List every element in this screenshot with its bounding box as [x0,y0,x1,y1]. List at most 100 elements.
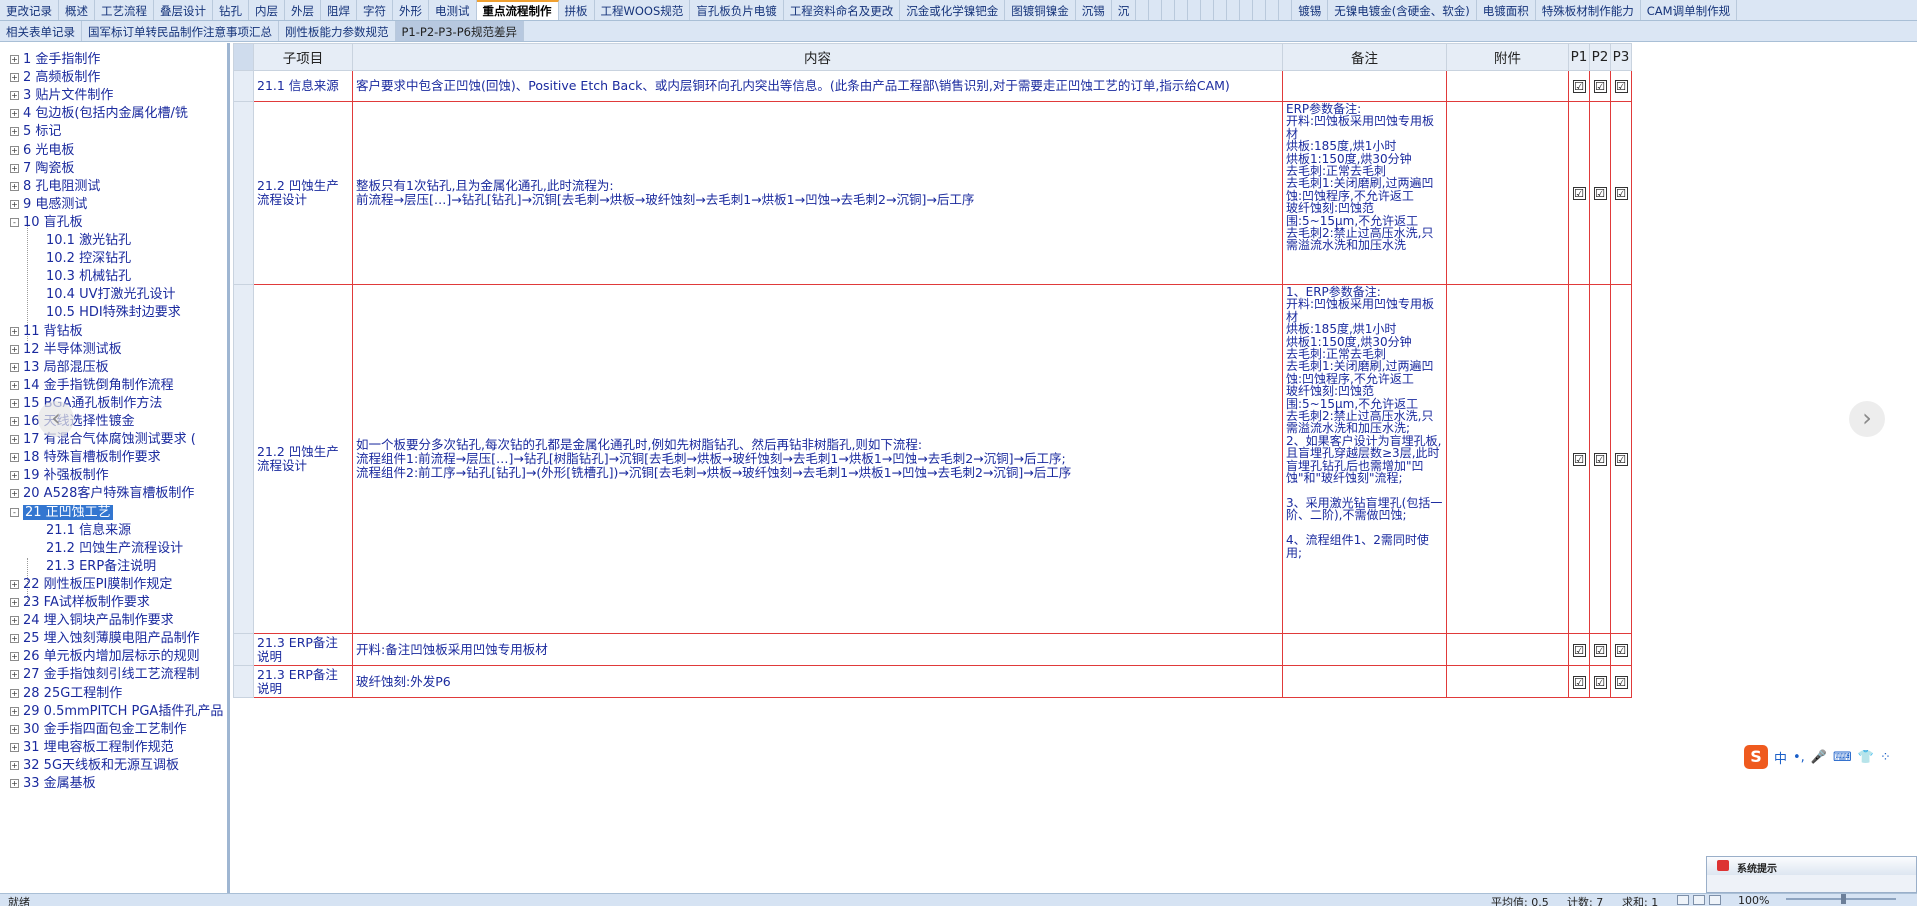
ime-toolbar[interactable]: S 中 •, 🎤 ⌨ 👕 ⁘ [1744,744,1917,770]
tree-child-item[interactable]: 10.1 激光钻孔 [46,229,131,248]
tree-item[interactable]: +2 高频板制作 [10,66,100,85]
tree-item[interactable]: -10 盲孔板 [10,211,83,230]
tree-item[interactable]: +6 光电板 [10,139,74,158]
normal-view-button[interactable] [1677,895,1689,905]
tree-item[interactable]: +29 0.5mmPITCH PGA插件孔产品 [10,700,223,719]
cell-sub-item[interactable]: 21.2 凹蚀生产流程设计 [253,284,353,634]
tree-child-item[interactable]: 10.5 HDI特殊封边要求 [46,301,181,320]
sheet-tab[interactable] [1279,0,1293,20]
sheet-tab[interactable] [1266,0,1280,20]
expand-icon[interactable]: + [10,109,19,119]
row-header[interactable] [233,70,254,102]
nav-prev-button[interactable]: ‹ [38,401,74,437]
ime-tool-icon[interactable]: 中 [1774,748,1787,767]
cell-p3[interactable]: ☑ [1610,665,1632,698]
sheet-tab[interactable]: 叠层设计 [154,0,213,20]
sheet-tab[interactable]: 外层 [285,0,321,20]
tree-item[interactable]: +25 埋入蚀刻薄膜电阻产品制作 [10,627,200,646]
sheet-tab[interactable]: 相关表单记录 [0,21,82,41]
tree-child-item[interactable]: 21.2 凹蚀生产流程设计 [46,537,183,556]
p3-checkbox[interactable]: ☑ [1614,187,1628,200]
tree-item[interactable]: +32 5G天线板和无源互调板 [10,754,179,773]
expand-icon[interactable]: + [10,199,19,209]
col-header-attach[interactable]: 附件 [1446,43,1569,71]
expand-icon[interactable]: + [10,380,19,390]
sheet-tab[interactable]: 镀锡 [1292,0,1329,20]
ime-tool-icon[interactable]: 🎤 [1811,750,1827,765]
cell-sub-item[interactable]: 21.3 ERP备注说明 [253,633,353,666]
expand-icon[interactable]: + [10,417,19,426]
tree-item[interactable]: +27 金手指蚀刻引线工艺流程制 [10,663,200,682]
cell-content[interactable]: 开料:备注凹蚀板采用凹蚀专用板材 [352,633,1283,666]
expand-icon[interactable]: + [10,91,19,101]
expand-icon[interactable]: + [10,163,19,173]
sheet-tab[interactable] [1253,0,1267,20]
cell-p2[interactable]: ☑ [1589,101,1611,285]
tree-item[interactable]: +28 25G工程制作 [10,682,122,701]
tree-item[interactable]: +13 局部混压板 [10,356,109,375]
col-header-p2[interactable]: P2 [1589,43,1611,71]
sheet-tab[interactable]: 电镀面积 [1477,0,1536,20]
cell-attachment[interactable] [1446,70,1569,102]
sheet-tab[interactable] [1214,0,1228,20]
tree-item[interactable]: +1 金手指制作 [10,48,100,67]
ime-tool-icon[interactable]: ⌨ [1833,750,1852,765]
expand-icon[interactable]: + [10,598,19,607]
expand-icon[interactable]: + [10,145,19,155]
tree-child-item[interactable]: 10.2 控深钻孔 [46,247,131,266]
expand-icon[interactable]: + [10,760,19,770]
tree-item[interactable]: +3 贴片文件制作 [10,84,113,103]
cell-content[interactable]: 客户要求中包含正凹蚀(回蚀)、Positive Etch Back、或内层铜环向… [352,70,1283,102]
sheet-tab[interactable]: 概述 [59,0,95,20]
cell-content[interactable]: 如一个板要分多次钻孔,每次钻的孔都是金属化通孔时,例如先树脂钻孔、然后再钻非树脂… [352,284,1283,634]
tree-item[interactable]: +7 陶瓷板 [10,157,74,176]
sheet-tab[interactable]: 工程WOOS规范 [595,0,691,20]
expand-icon[interactable]: + [10,579,19,589]
cell-p2[interactable]: ☑ [1589,665,1611,698]
sheet-tab[interactable]: 重点流程制作 [476,0,559,20]
page-break-view-button[interactable] [1709,895,1721,905]
expand-icon[interactable]: + [10,398,19,408]
zoom-slider-knob[interactable] [1841,894,1846,904]
tree-item[interactable]: -21 正凹蚀工艺 [10,501,113,520]
collapse-icon[interactable]: - [10,507,19,517]
sheet-tab[interactable] [1201,0,1215,20]
expand-icon[interactable]: + [10,73,19,83]
expand-icon[interactable]: + [10,634,19,644]
cell-attachment[interactable] [1446,101,1569,285]
corner-cell[interactable] [233,43,254,71]
system-popup[interactable]: 系统提示 [1706,856,1917,893]
tree-item[interactable]: +24 埋入铜块产品制作要求 [10,609,174,628]
sheet-tab[interactable]: 刚性板能力参数规范 [279,21,396,41]
cell-note[interactable] [1282,665,1447,698]
sheet-tab[interactable]: 特殊板材制作能力 [1536,0,1641,20]
tree-item[interactable]: +5 标记 [10,120,61,139]
sheet-tab[interactable]: 工程资料命名及更改 [784,0,901,20]
p1-checkbox[interactable]: ☑ [1572,80,1586,93]
sheet-tab[interactable] [1240,0,1254,20]
cell-attachment[interactable] [1446,284,1569,634]
sheet-tab[interactable]: 图镀铜镍金 [1005,0,1076,20]
tree-item[interactable]: +23 FA试样板制作要求 [10,591,150,610]
expand-icon[interactable]: + [10,742,19,752]
tree-item[interactable]: +26 单元板内增加层标示的规则 [10,645,200,664]
sheet-tab[interactable]: 无镍电镀金(含硬金、软金) [1328,0,1477,20]
tree-item[interactable]: +22 刚性板压PI膜制作规定 [10,573,172,592]
tree-item[interactable]: +9 电感测试 [10,193,87,212]
row-header[interactable] [233,284,254,634]
tree-item[interactable]: +4 包边板(包括内金属化槽/铣 [10,102,188,121]
expand-icon[interactable]: + [10,616,19,626]
p2-checkbox[interactable]: ☑ [1593,80,1607,93]
cell-p1[interactable]: ☑ [1568,70,1590,102]
cell-note[interactable] [1282,633,1447,666]
expand-icon[interactable]: + [10,326,19,336]
cell-p2[interactable]: ☑ [1589,70,1611,102]
expand-icon[interactable]: + [10,670,19,680]
tree-item[interactable]: +15 BGA通孔板制作方法 [10,392,162,411]
sheet-tab[interactable]: 阻焊 [321,0,357,20]
sheet-tab[interactable]: 盲孔板负片电镀 [690,0,784,20]
expand-icon[interactable]: + [10,344,19,354]
cell-sub-item[interactable]: 21.2 凹蚀生产流程设计 [253,101,353,285]
sheet-tab[interactable]: 沉 [1112,0,1137,20]
expand-icon[interactable]: + [10,779,19,788]
